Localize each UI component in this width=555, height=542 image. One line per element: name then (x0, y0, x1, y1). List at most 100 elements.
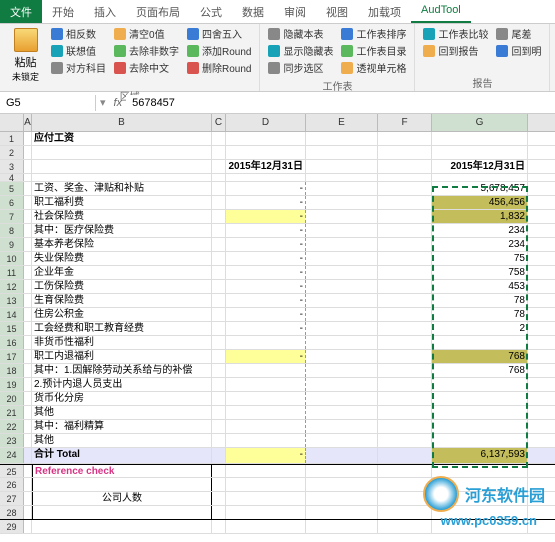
cell[interactable]: - (226, 210, 306, 223)
cell[interactable]: - (226, 448, 306, 463)
cmd-back[interactable]: 回到报告 (423, 43, 488, 58)
cmd-syncsel[interactable]: 同步选区 (268, 60, 333, 75)
cell[interactable]: - (226, 350, 306, 363)
cell[interactable]: - (226, 280, 306, 293)
cell[interactable]: 78 (432, 294, 528, 307)
cell[interactable]: 768 (432, 364, 528, 377)
row-header[interactable]: 18 (0, 364, 24, 377)
cell[interactable]: 2.预计内退人员支出 (32, 378, 212, 391)
row-header[interactable]: 3 (0, 160, 24, 173)
cell[interactable]: - (226, 238, 306, 251)
cell[interactable]: - (226, 224, 306, 237)
cell[interactable]: 其中：1.因解除劳动关系给与的补偿 (32, 364, 212, 377)
cmd-toc[interactable]: 工作表目录 (341, 43, 406, 58)
col-header-C[interactable]: C (212, 114, 226, 131)
col-header-D[interactable]: D (226, 114, 306, 131)
col-header-F[interactable]: F (378, 114, 432, 131)
cell[interactable]: 758 (432, 266, 528, 279)
cmd-associate[interactable]: 联想值 (51, 43, 106, 58)
col-header-A[interactable]: A (24, 114, 32, 131)
cell[interactable]: 2015年12月31日 (226, 160, 306, 173)
formula-input[interactable] (126, 95, 555, 111)
row-header[interactable]: 26 (0, 478, 24, 491)
cmd-delround[interactable]: 删除Round (187, 60, 251, 75)
select-all-corner[interactable] (0, 114, 24, 131)
cmd-hidesheet[interactable]: 隐藏本表 (268, 26, 333, 41)
cell[interactable]: 453 (432, 280, 528, 293)
cell[interactable]: 合计 Total (32, 448, 212, 463)
cell[interactable]: 非货币性福利 (32, 336, 212, 349)
row-header[interactable]: 19 (0, 378, 24, 391)
cmd-opposite[interactable]: 相反数 (51, 26, 106, 41)
cell[interactable]: 其中：福利精算 (32, 420, 212, 433)
tab-insert[interactable]: 插入 (84, 0, 126, 23)
row-header[interactable]: 4 (0, 174, 24, 181)
row-header[interactable]: 14 (0, 308, 24, 321)
cell[interactable]: 公司人数 (32, 492, 212, 505)
cell[interactable]: 其中：医疗保险费 (32, 224, 212, 237)
tab-audtool[interactable]: AudTool (411, 0, 471, 23)
tab-view[interactable]: 视图 (316, 0, 358, 23)
row-header[interactable]: 25 (0, 465, 24, 477)
tab-data[interactable]: 数据 (232, 0, 274, 23)
paste-button[interactable]: 粘贴 未锁定 (4, 26, 47, 85)
cell[interactable]: 社会保险费 (32, 210, 212, 223)
cell[interactable]: 职工内退福利 (32, 350, 212, 363)
row-header[interactable]: 15 (0, 322, 24, 335)
cmd-rmcn[interactable]: 去除中文 (114, 60, 179, 75)
col-header-G[interactable]: G (432, 114, 528, 131)
cell[interactable]: 其他 (32, 406, 212, 419)
cell[interactable]: Reference check (32, 465, 212, 477)
cell[interactable]: 工会经费和职工教育经费 (32, 322, 212, 335)
cmd-tail[interactable]: 尾差 (496, 26, 541, 41)
row-header[interactable]: 13 (0, 294, 24, 307)
row-header[interactable]: 17 (0, 350, 24, 363)
tab-layout[interactable]: 页面布局 (126, 0, 190, 23)
cell[interactable]: 工资、奖金、津贴和补贴 (32, 182, 212, 195)
row-header[interactable]: 8 (0, 224, 24, 237)
cmd-backdetail[interactable]: 回到明 (496, 43, 541, 58)
cmd-addround[interactable]: 添加Round (187, 43, 251, 58)
row-header[interactable]: 2 (0, 146, 24, 159)
name-box[interactable]: G5 (0, 95, 96, 111)
cell[interactable]: 1,832 (432, 210, 528, 223)
row-header[interactable]: 23 (0, 434, 24, 447)
tab-addin[interactable]: 加载项 (358, 0, 411, 23)
cell[interactable]: 失业保险费 (32, 252, 212, 265)
row-header[interactable]: 21 (0, 406, 24, 419)
cell[interactable]: 2015年12月31日 (432, 160, 528, 173)
cell[interactable]: 2 (432, 322, 528, 335)
cell[interactable]: 234 (432, 224, 528, 237)
row-header[interactable]: 11 (0, 266, 24, 279)
tab-file[interactable]: 文件 (0, 0, 42, 23)
cell[interactable]: 职工福利费 (32, 196, 212, 209)
cell[interactable]: - (226, 252, 306, 265)
fx-icon[interactable]: fx (110, 97, 127, 109)
cell[interactable]: 住房公积金 (32, 308, 212, 321)
row-header[interactable]: 16 (0, 336, 24, 349)
row-header[interactable]: 27 (0, 492, 24, 505)
row-header[interactable]: 7 (0, 210, 24, 223)
cell[interactable]: - (226, 308, 306, 321)
cell[interactable]: 768 (432, 350, 528, 363)
row-header[interactable]: 29 (0, 520, 24, 533)
row-header[interactable]: 24 (0, 448, 24, 463)
cell[interactable]: - (226, 182, 306, 195)
cell[interactable]: 234 (432, 238, 528, 251)
row-header[interactable]: 5 (0, 182, 24, 195)
cell[interactable]: 6,137,593 (432, 448, 528, 463)
cell[interactable]: 应付工资 (32, 132, 212, 145)
cell[interactable]: 基本养老保险 (32, 238, 212, 251)
tab-start[interactable]: 开始 (42, 0, 84, 23)
row-header[interactable]: 10 (0, 252, 24, 265)
col-header-B[interactable]: B (32, 114, 212, 131)
cell[interactable]: 456,456 (432, 196, 528, 209)
cmd-rmnonnum[interactable]: 去除非数字 (114, 43, 179, 58)
namebox-dropdown-icon[interactable]: ▾ (96, 96, 110, 109)
cell[interactable]: 货币化分房 (32, 392, 212, 405)
row-header[interactable]: 22 (0, 420, 24, 433)
cell[interactable]: 工伤保险费 (32, 280, 212, 293)
cmd-pivot[interactable]: 透视单元格 (341, 60, 406, 75)
row-header[interactable]: 9 (0, 238, 24, 251)
cmd-clear0[interactable]: 清空0值 (114, 26, 179, 41)
